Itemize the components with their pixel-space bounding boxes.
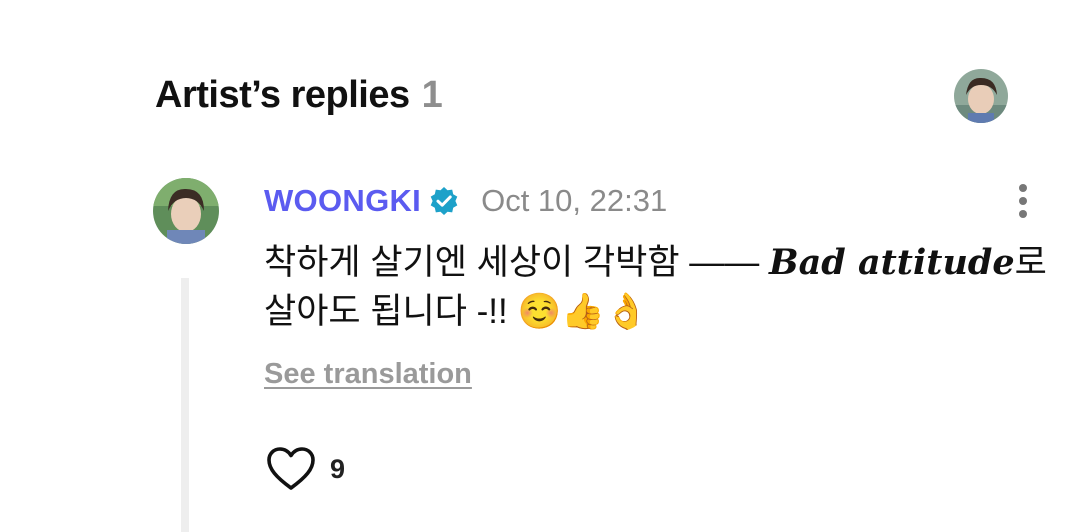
thread-line [181,278,189,532]
comment-line-2: 살아도 됩니다 -!! ☺️👍👌 [264,292,649,331]
section-header: Artist’s replies 1 [155,74,443,117]
artist-replies-page: Artist’s replies 1 WOONGKI Oct 10, 22:31 [0,0,1080,532]
author-avatar[interactable] [153,178,219,244]
section-title: Artist’s replies [155,74,410,116]
author-name[interactable]: WOONGKI [264,183,421,219]
comment-meta: WOONGKI Oct 10, 22:31 [264,180,667,222]
comment-timestamp: Oct 10, 22:31 [481,183,668,218]
more-dot [1019,210,1027,218]
comment-text-korean: 착하게 살기엔 세상이 각박함 —— [264,243,760,282]
like-row: 9 [266,446,345,492]
verified-badge-icon [430,187,458,215]
comment-line-1: 착하게 살기엔 세상이 각박함 —— Bad attitude로 [264,238,1054,287]
heart-outline-icon[interactable] [266,446,316,492]
more-vertical-icon [1019,184,1027,192]
comment-text-suffix: 로 [1014,243,1047,282]
see-translation-link[interactable]: See translation [264,358,472,391]
current-user-avatar[interactable] [954,69,1008,123]
reply-count: 1 [421,74,443,116]
more-options-button[interactable] [1008,182,1038,220]
like-count: 9 [330,453,346,484]
more-dot [1019,197,1027,205]
comment-text-stylized: Bad attitude [769,242,1015,283]
comment-text: 착하게 살기엔 세상이 각박함 —— Bad attitude로 살아도 됩니다… [264,238,1054,336]
